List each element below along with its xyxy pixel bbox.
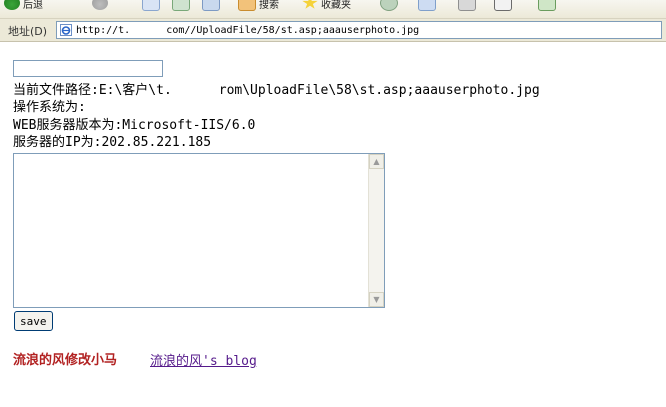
address-bar: 地址(D) http://t. com//UploadFile/58/st.as… bbox=[0, 19, 666, 42]
favorites-star-icon bbox=[302, 0, 318, 9]
discuss-icon bbox=[538, 0, 556, 11]
scroll-down-icon[interactable]: ▼ bbox=[369, 292, 384, 307]
file-path-line: 当前文件路径:E:\客户\t. rom\UploadFile\58\st.asp… bbox=[13, 83, 540, 98]
search-icon bbox=[238, 0, 256, 11]
discuss-button[interactable] bbox=[538, 0, 556, 11]
refresh-icon bbox=[172, 0, 190, 11]
save-button[interactable]: save bbox=[14, 311, 53, 331]
edit-button[interactable] bbox=[494, 0, 512, 11]
back-arrow-icon bbox=[4, 0, 20, 10]
mail-button[interactable] bbox=[418, 0, 436, 11]
history-button[interactable] bbox=[380, 0, 398, 11]
favorites-button[interactable]: 收藏夹 bbox=[302, 0, 351, 11]
ie-page-icon bbox=[60, 24, 72, 36]
stop-icon bbox=[142, 0, 160, 11]
edit-icon bbox=[494, 0, 512, 11]
refresh-button[interactable] bbox=[172, 0, 190, 11]
web-server-line: WEB服务器版本为:Microsoft-IIS/6.0 bbox=[13, 118, 256, 133]
path-text-input[interactable] bbox=[13, 60, 163, 77]
signature-text: 流浪的风修改小马 bbox=[13, 353, 118, 368]
forward-arrow-icon bbox=[92, 0, 108, 10]
address-field[interactable]: http://t. com//UploadFile/58/st.asp;aaau… bbox=[56, 21, 662, 39]
browser-toolbar: 后退 搜索 收藏夹 bbox=[0, 0, 666, 19]
print-button[interactable] bbox=[458, 0, 476, 11]
back-label: 后退 bbox=[23, 0, 43, 11]
back-button[interactable]: 后退 bbox=[4, 0, 43, 11]
history-icon bbox=[380, 0, 398, 11]
scroll-up-icon[interactable]: ▲ bbox=[369, 154, 384, 169]
home-icon bbox=[202, 0, 220, 11]
forward-button[interactable] bbox=[92, 0, 108, 10]
home-button[interactable] bbox=[202, 0, 220, 11]
content-textarea[interactable]: ▲ ▼ bbox=[13, 153, 385, 308]
textarea-scrollbar[interactable]: ▲ ▼ bbox=[368, 154, 384, 307]
address-url: http://t. com//UploadFile/58/st.asp;aaau… bbox=[76, 24, 420, 36]
search-label: 搜索 bbox=[259, 0, 279, 11]
stop-button[interactable] bbox=[142, 0, 160, 11]
os-line: 操作系统为: bbox=[13, 100, 86, 115]
favorites-label: 收藏夹 bbox=[321, 0, 351, 11]
address-label: 地址(D) bbox=[8, 25, 48, 38]
search-button[interactable]: 搜索 bbox=[238, 0, 279, 11]
print-icon bbox=[458, 0, 476, 11]
mail-icon bbox=[418, 0, 436, 11]
server-ip-line: 服务器的IP为:202.85.221.185 bbox=[13, 135, 212, 150]
blog-link[interactable]: 流浪的风's blog bbox=[150, 350, 257, 369]
